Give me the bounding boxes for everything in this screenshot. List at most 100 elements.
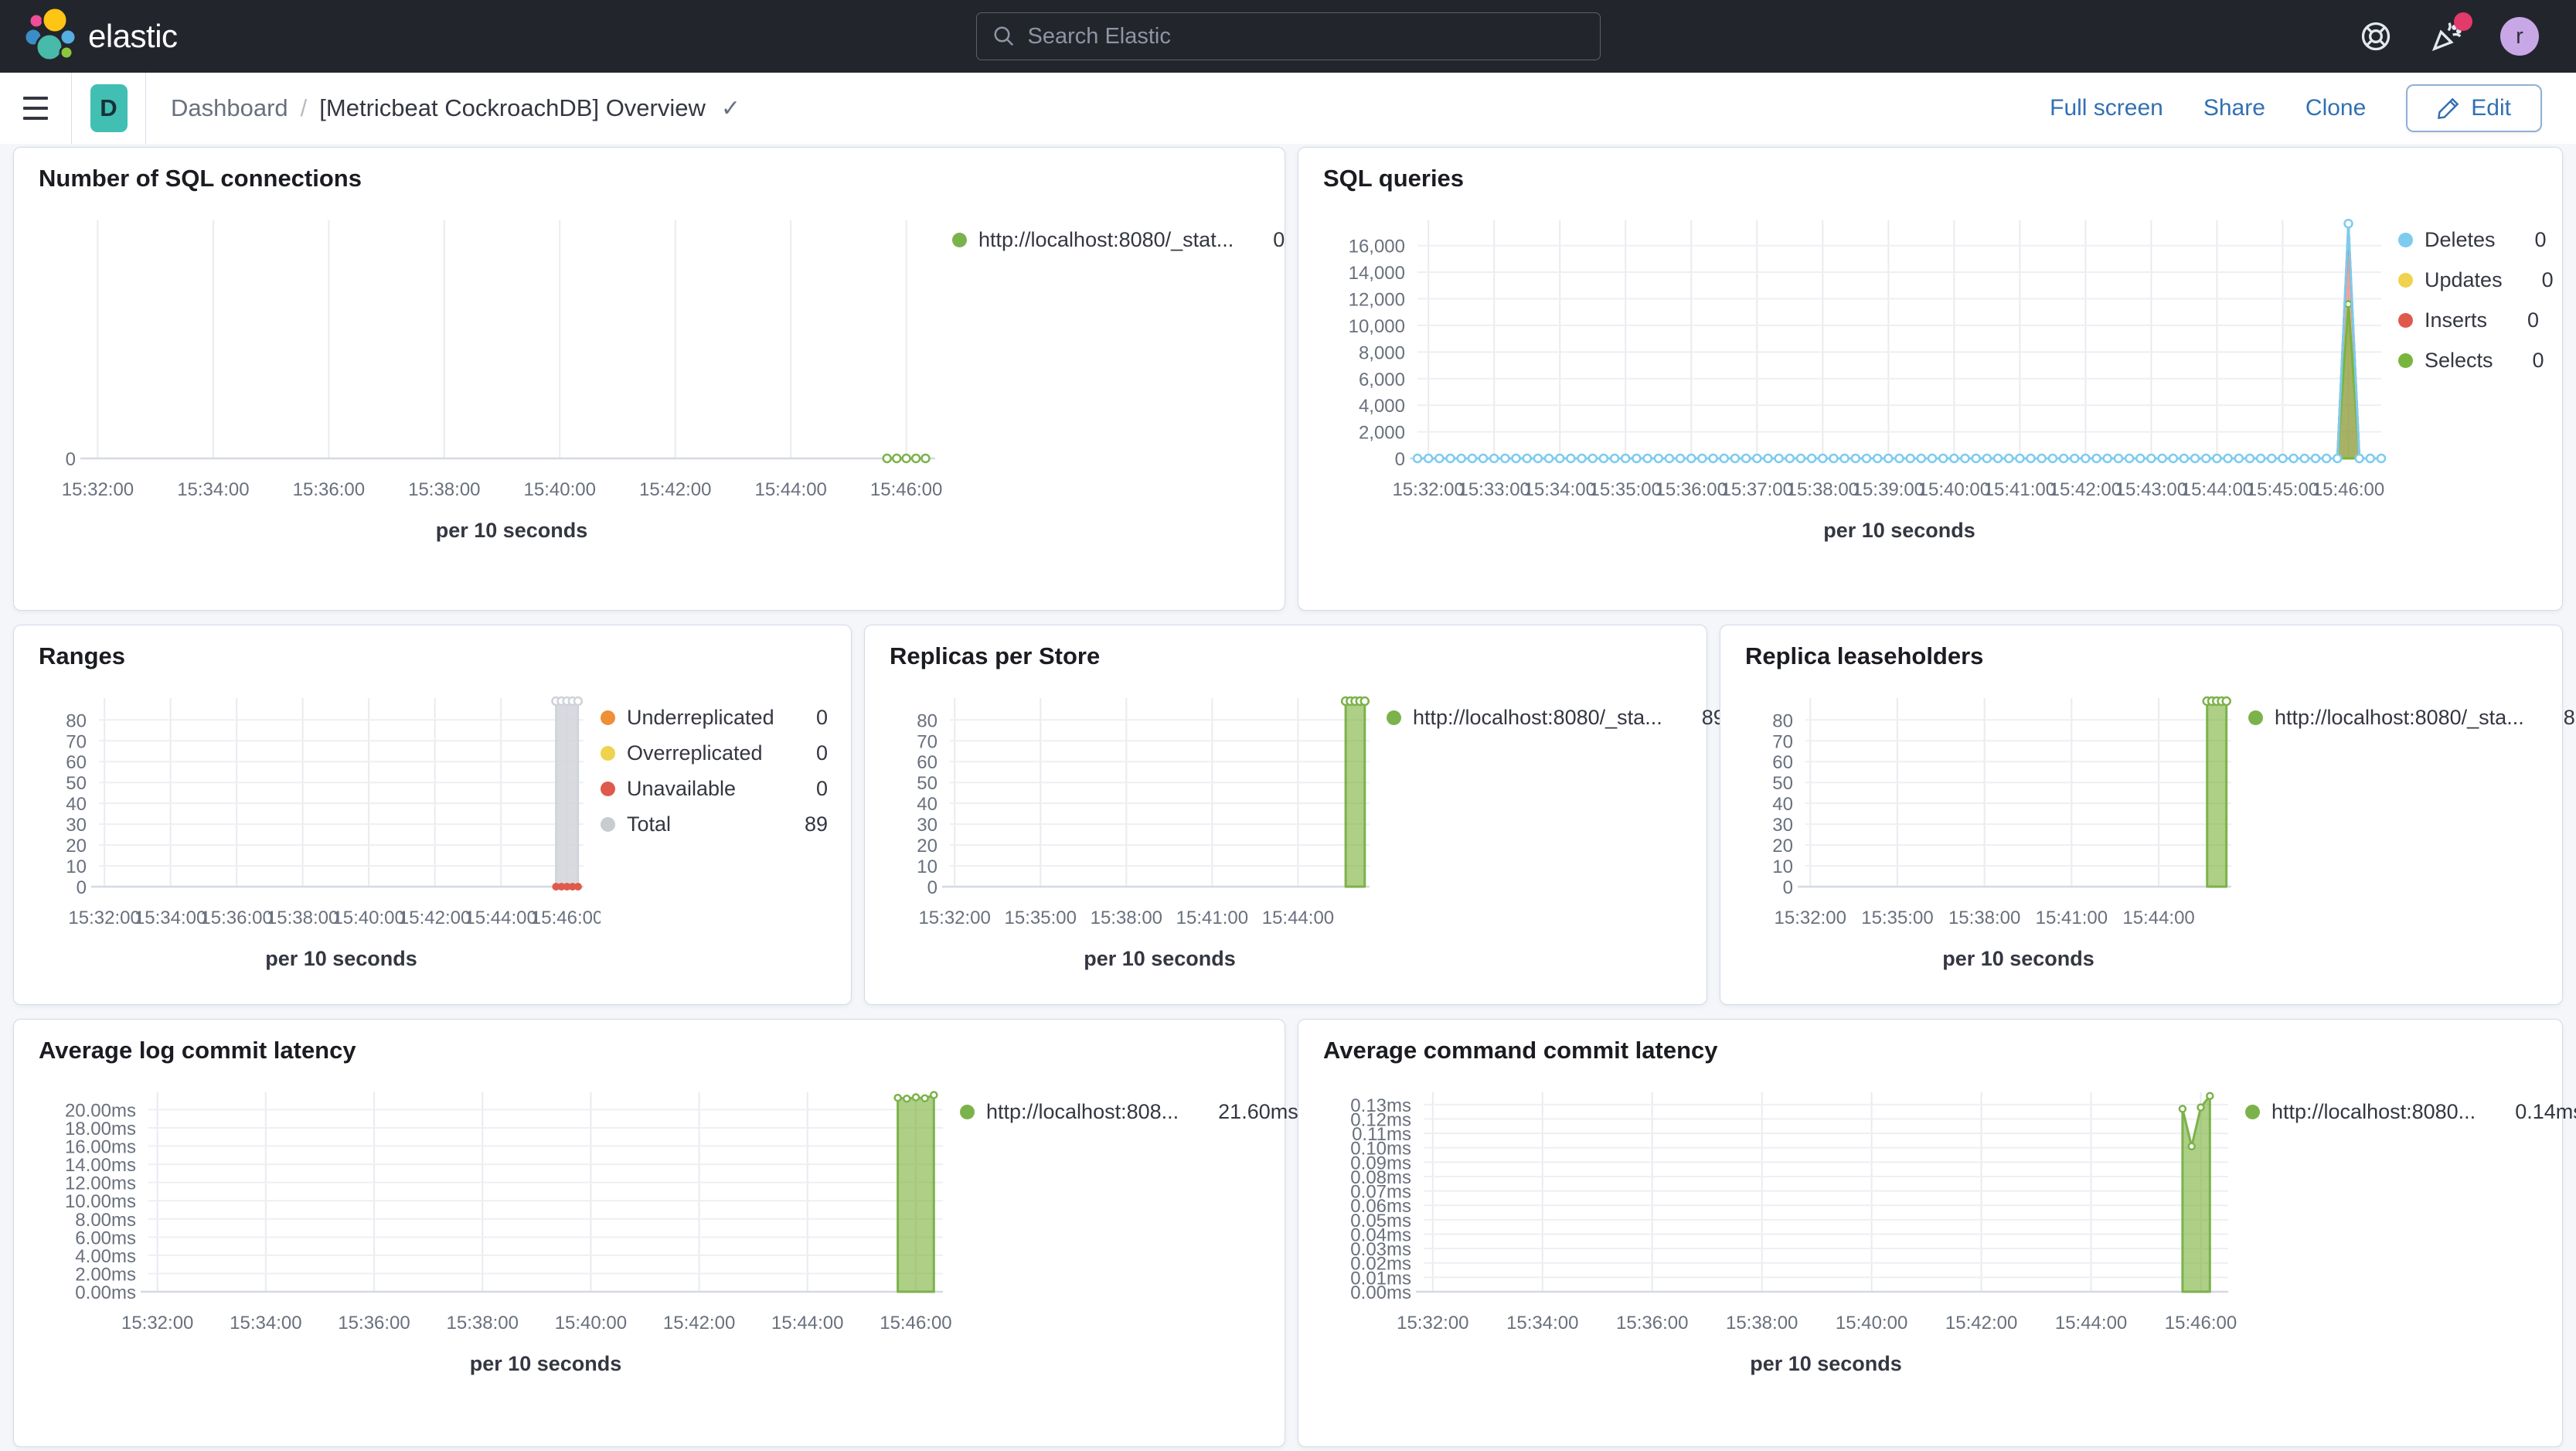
legend-item[interactable]: http://localhost:808... 21.60ms: [959, 1097, 1298, 1126]
panel-title: Replica leaseholders: [1744, 642, 1984, 669]
chart-sql-connections[interactable]: 0 15:32:00 15:34:00 15:36:00 15:38:00 15:40:0…: [31, 194, 952, 550]
panel-average-command-commit-latency: Average command commit latency 0.00ms 0.0…: [1297, 1019, 2576, 1447]
logo-text: elastic: [88, 18, 178, 54]
newsfeed-button[interactable]: [2429, 12, 2472, 54]
svg-text:15:36:00: 15:36:00: [338, 1313, 410, 1333]
chart-legend: http://localhost:808... 21.60ms: [959, 1066, 1298, 1383]
series-color-dot: [2398, 312, 2413, 328]
user-avatar[interactable]: r: [2500, 17, 2539, 56]
svg-text:50: 50: [1772, 773, 1793, 794]
svg-text:per 10 seconds: per 10 seconds: [436, 519, 588, 542]
svg-text:15:40:00: 15:40:00: [332, 908, 404, 928]
menu-button[interactable]: [0, 73, 71, 144]
legend-value: 0: [2534, 227, 2547, 251]
svg-text:15:32:00: 15:32:00: [62, 479, 134, 500]
legend-item[interactable]: Underreplicated 0: [600, 703, 828, 732]
chart-legend: http://localhost:8080/_sta... 89: [2248, 672, 2576, 978]
full-screen-link[interactable]: Full screen: [2050, 95, 2163, 121]
legend-item[interactable]: Updates 0: [2398, 265, 2554, 295]
help-button[interactable]: [2358, 19, 2394, 54]
svg-text:15:36:00: 15:36:00: [200, 908, 272, 928]
svg-text:15:34:00: 15:34:00: [1523, 479, 1595, 500]
svg-text:10: 10: [66, 857, 87, 877]
chart-avg-log-commit-latency[interactable]: 0.00ms 2.00ms 4.00ms 6.00ms 8.00ms 10.00ms 12.…: [31, 1066, 960, 1383]
panel-replicas-per-store: Replicas per Store 0 10 20 30 40 50 60 70 80 15:3…: [863, 625, 1725, 1005]
chart-legend: http://localhost:8080/_stat... 0: [951, 194, 1285, 550]
svg-text:15:46:00: 15:46:00: [880, 1313, 951, 1333]
svg-text:per 10 seconds: per 10 seconds: [1084, 947, 1236, 970]
svg-text:10.00ms: 10.00ms: [65, 1191, 136, 1212]
elastic-logo[interactable]: elastic: [0, 8, 178, 65]
svg-text:per 10 seconds: per 10 seconds: [1942, 947, 2094, 970]
svg-text:50: 50: [66, 773, 87, 794]
svg-text:15:38:00: 15:38:00: [1787, 479, 1859, 500]
header-actions: r: [2358, 12, 2576, 56]
legend-value: 89: [1701, 705, 1725, 729]
svg-text:0: 0: [77, 877, 87, 898]
svg-text:15:33:00: 15:33:00: [1458, 479, 1530, 500]
toolbar-actions: Full screen Share Clone Edit: [2050, 84, 2576, 132]
global-search[interactable]: [975, 12, 1601, 60]
svg-text:0: 0: [66, 449, 76, 470]
saved-check-icon[interactable]: ✓: [718, 95, 740, 122]
legend-item[interactable]: Selects 0: [2398, 346, 2544, 375]
svg-text:15:35:00: 15:35:00: [1861, 908, 1933, 928]
svg-text:15:34:00: 15:34:00: [134, 908, 206, 928]
series-color-dot: [2398, 353, 2413, 368]
svg-text:20: 20: [917, 836, 938, 857]
legend-label: Underreplicated: [626, 705, 774, 729]
panel-sql-queries: SQL queries 0 2,000 4,000 6,000 8,000 10,000 1…: [1297, 147, 2563, 611]
chart-sql-queries[interactable]: 0 2,000 4,000 6,000 8,000 10,000 12,000 14,000 1…: [1315, 194, 2398, 550]
legend-item[interactable]: Overreplicated 0: [600, 738, 828, 768]
chart-svg: 01020304050607080 15:32:00 15:35:00 15:38:0…: [917, 696, 1370, 970]
panel-average-log-commit-latency: Average log commit latency 0.00ms 2.00ms 4…: [13, 1019, 1298, 1447]
svg-text:15:45:00: 15:45:00: [2247, 479, 2319, 500]
legend-item[interactable]: http://localhost:8080... 0.14ms: [2245, 1097, 2576, 1126]
chart-ranges[interactable]: 0 10 20 30 40 50 60 70 80 15:32:00 15:34:00 15:36:0…: [31, 672, 601, 978]
legend-item[interactable]: Total 89: [600, 809, 828, 839]
legend-item[interactable]: Deletes 0: [2398, 225, 2547, 254]
chart-replica-leaseholders[interactable]: 0 10 20 30 40 50 60 70 80 15:32:00 15:35:00 15:38:0…: [1737, 672, 2248, 978]
chart-legend: http://localhost:8080... 0.14ms: [2245, 1066, 2576, 1383]
clone-link[interactable]: Clone: [2305, 95, 2366, 121]
svg-text:15:44:00: 15:44:00: [1262, 908, 1334, 928]
svg-text:15:38:00: 15:38:00: [267, 908, 339, 928]
svg-text:15:46:00: 15:46:00: [531, 908, 601, 928]
legend-item[interactable]: http://localhost:8080/_stat... 0: [951, 225, 1285, 254]
legend-item[interactable]: http://localhost:8080/_sta... 89: [2248, 703, 2576, 732]
search-input[interactable]: [1027, 23, 1584, 49]
svg-text:2,000: 2,000: [1359, 423, 1405, 444]
svg-text:15:42:00: 15:42:00: [2050, 479, 2122, 500]
svg-text:15:32:00: 15:32:00: [1397, 1313, 1468, 1333]
legend-item[interactable]: http://localhost:8080/_sta... 89: [1386, 703, 1725, 732]
legend-label: http://localhost:808...: [985, 1099, 1179, 1123]
svg-text:0.00ms: 0.00ms: [75, 1282, 136, 1303]
svg-text:15:46:00: 15:46:00: [2165, 1313, 2237, 1333]
panel-number-of-sql-connections: Number of SQL connections 0 15:32:00 15:34…: [13, 147, 1285, 611]
svg-text:20.00ms: 20.00ms: [65, 1100, 136, 1121]
svg-text:15:44:00: 15:44:00: [754, 479, 826, 500]
svg-text:15:42:00: 15:42:00: [1945, 1313, 2017, 1333]
svg-text:70: 70: [917, 731, 938, 752]
svg-text:40: 40: [1772, 794, 1793, 815]
legend-value: 0: [815, 741, 828, 765]
dashboard-badge-wrap: D: [72, 84, 145, 132]
svg-text:10: 10: [1772, 857, 1793, 877]
share-link[interactable]: Share: [2203, 95, 2265, 121]
edit-button[interactable]: Edit: [2406, 84, 2542, 132]
svg-text:15:35:00: 15:35:00: [1590, 479, 1662, 500]
legend-item[interactable]: Inserts 0: [2398, 305, 2539, 335]
series-color-dot: [959, 1104, 975, 1119]
svg-text:70: 70: [1772, 731, 1793, 752]
legend-label: Inserts: [2425, 308, 2488, 332]
legend-value: 89: [2563, 705, 2576, 729]
help-icon: [2361, 22, 2391, 51]
top-header: elastic r: [0, 0, 2576, 73]
chart-avg-command-commit-latency[interactable]: 0.00ms 0.01ms 0.02ms 0.03ms 0.04ms 0.05ms 0.06…: [1315, 1066, 2245, 1383]
legend-item[interactable]: Unavailable 0: [600, 774, 828, 803]
legend-label: http://localhost:8080/_sta...: [1412, 705, 1662, 729]
chart-svg: 0.00ms2.00ms4.00ms6.00ms8.00ms10.00ms12.…: [65, 1091, 952, 1375]
chart-replicas-per-store[interactable]: 0 10 20 30 40 50 60 70 80 15:32:00 15:35:00 15:38:0…: [882, 672, 1387, 978]
breadcrumb-dashboard[interactable]: Dashboard: [171, 94, 288, 122]
series-color-dot: [951, 232, 967, 247]
